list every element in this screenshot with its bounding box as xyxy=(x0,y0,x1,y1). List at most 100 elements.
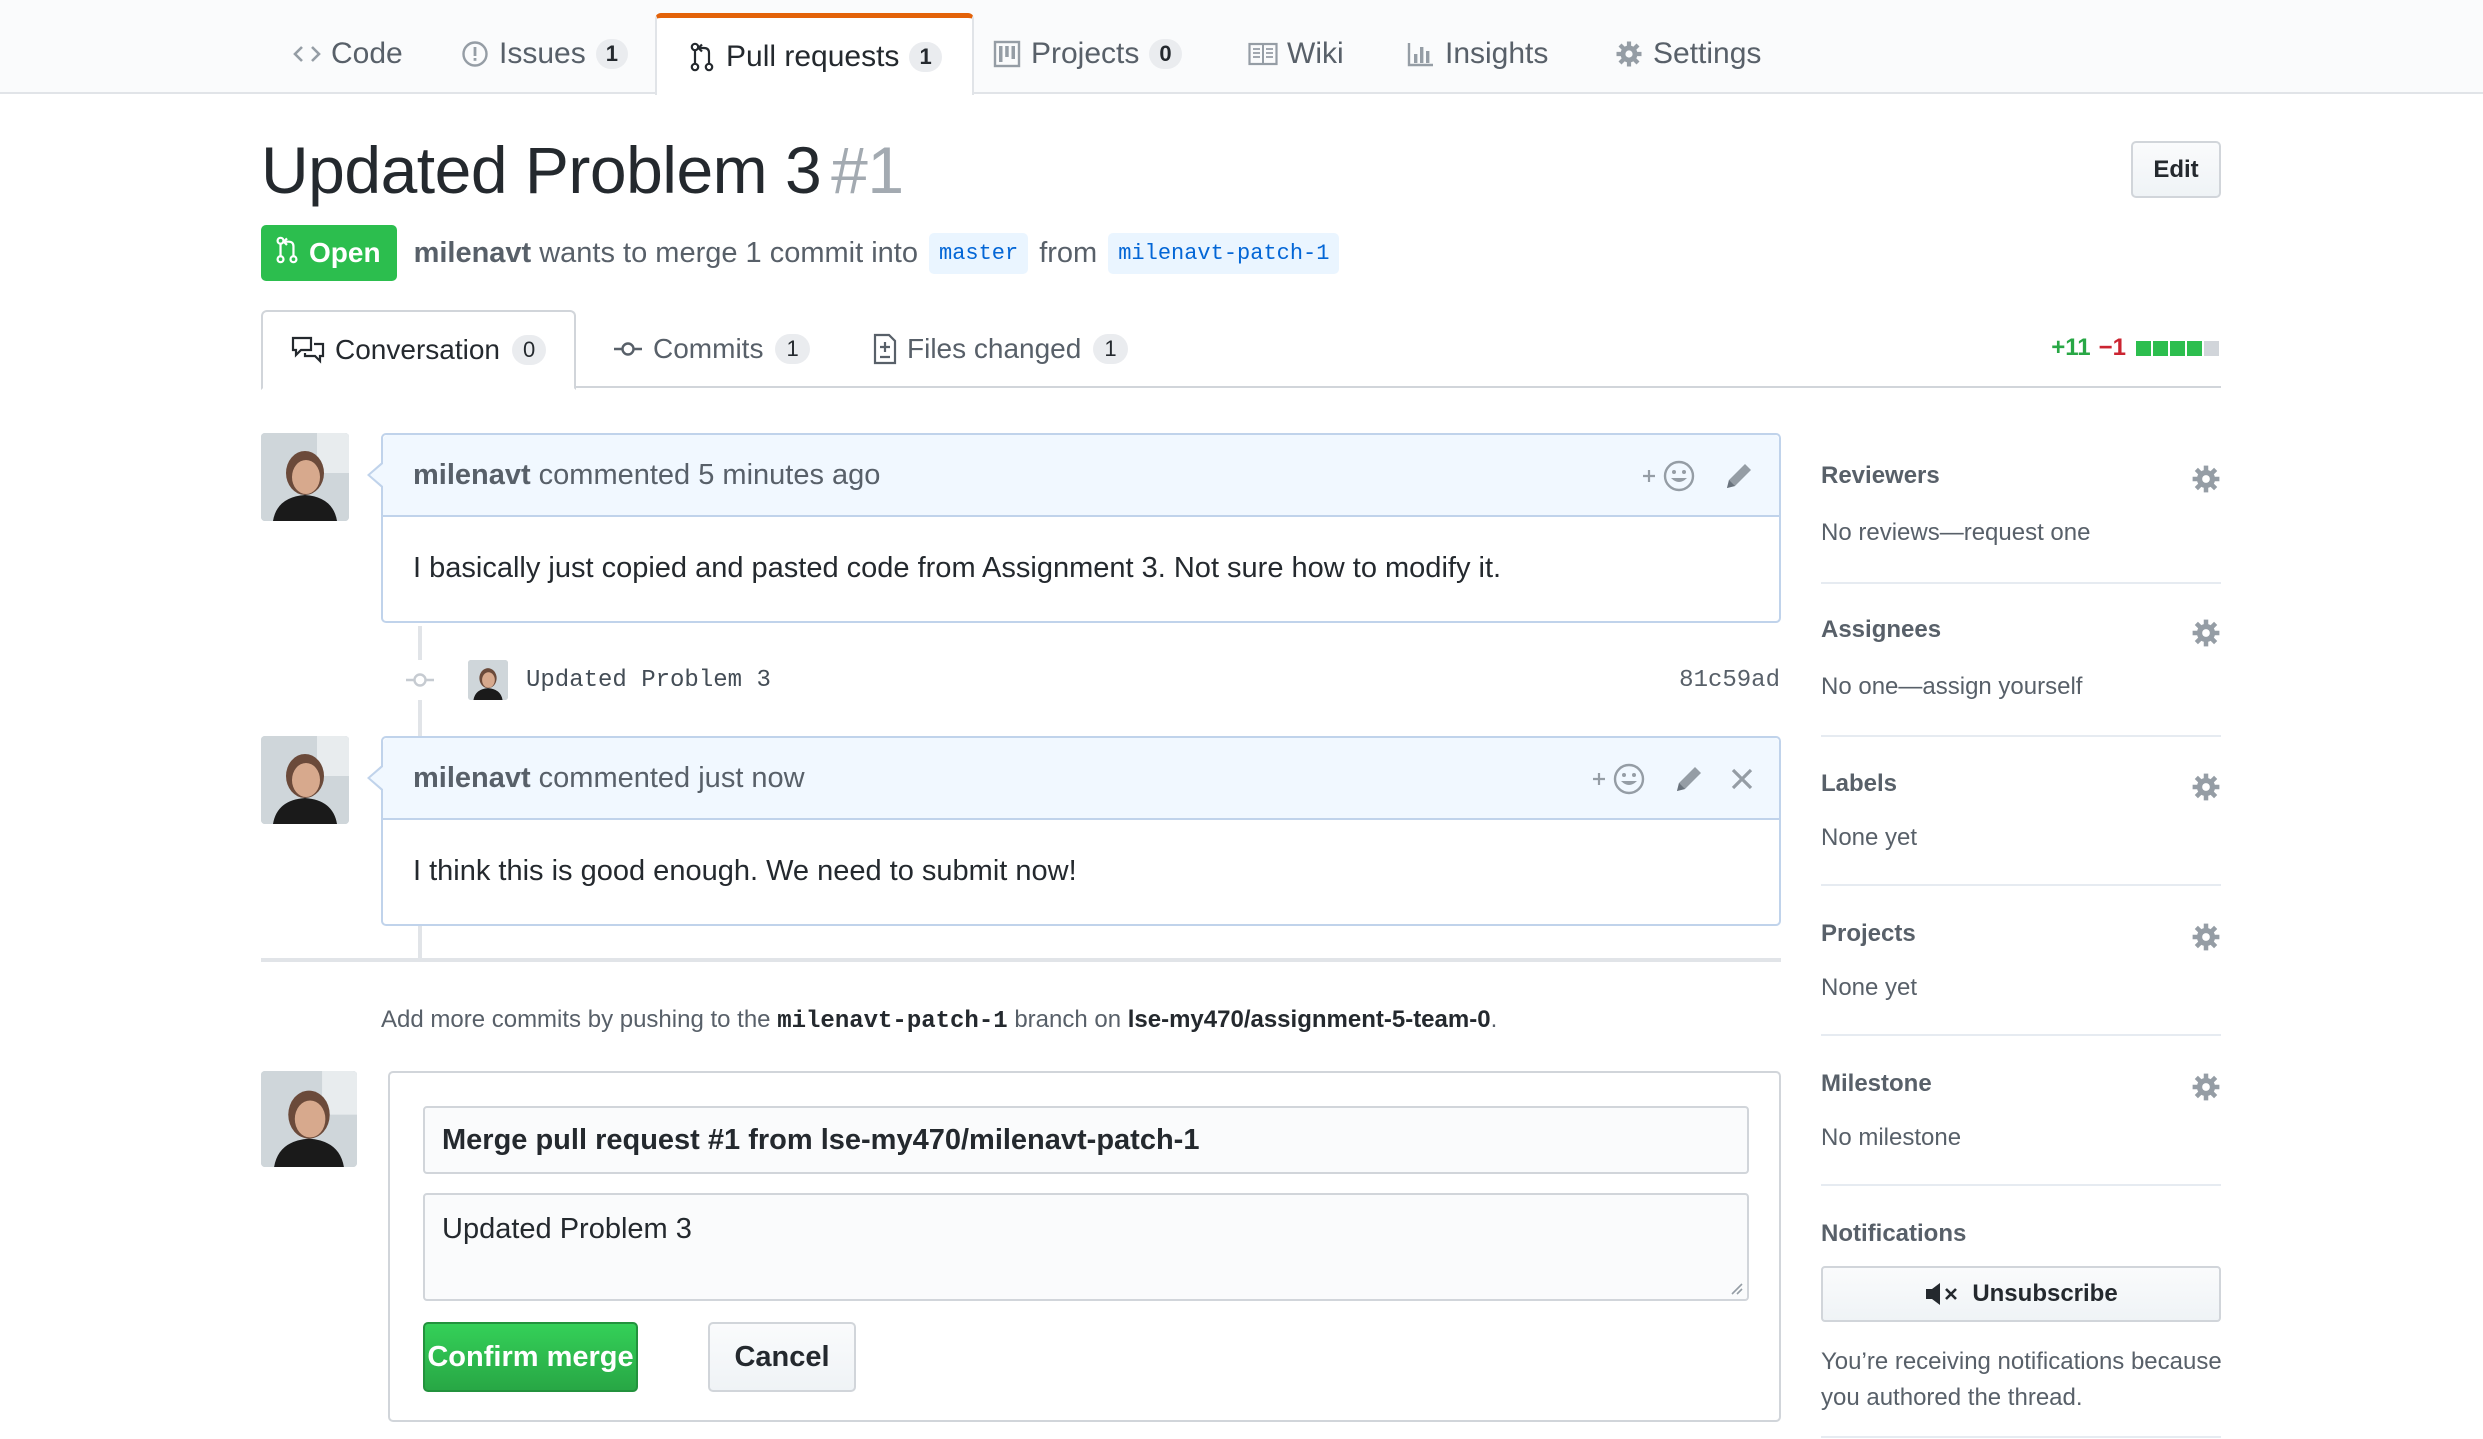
sidebar-heading: Notifications xyxy=(1821,1220,1967,1247)
timeline-line xyxy=(418,626,422,662)
code-icon xyxy=(292,39,322,69)
tab-commits[interactable]: Commits 1 xyxy=(613,310,810,388)
hint-prefix: Add more commits by pushing to the xyxy=(381,1006,771,1033)
comment-actions xyxy=(1617,435,1755,517)
sidebar-value: None yet xyxy=(1821,974,1918,1001)
diffstat[interactable]: +11 −1 xyxy=(2051,334,2221,362)
comment-discussion-icon xyxy=(291,336,325,364)
merge-message-textarea[interactable]: Updated Problem 3 xyxy=(423,1193,1749,1301)
sidebar-value: None yet xyxy=(1821,824,1918,851)
project-icon xyxy=(992,39,1022,69)
cancel-button[interactable]: Cancel xyxy=(708,1322,856,1392)
comment-header: milenavt commented 5 minutes ago xyxy=(383,435,1779,517)
sidebar-heading: Milestone xyxy=(1821,1070,1932,1097)
pr-meta: Open milenavt wants to merge 1 commit in… xyxy=(261,225,1350,281)
base-branch[interactable]: master xyxy=(929,232,1029,274)
pr-author-link[interactable]: milenavt xyxy=(414,237,532,270)
sidebar-value: No milestone xyxy=(1821,1124,1962,1151)
diffstat-additions: +11 xyxy=(2051,334,2091,361)
pencil-icon[interactable] xyxy=(1673,763,1705,795)
head-branch[interactable]: milenavt-patch-1 xyxy=(1108,232,1340,274)
edit-button[interactable]: Edit xyxy=(2131,141,2221,198)
tab-pull-requests-label: Pull requests xyxy=(726,39,900,73)
close-icon[interactable] xyxy=(1729,766,1755,792)
resize-grip-icon[interactable] xyxy=(1727,1279,1743,1295)
comment-actions xyxy=(1567,738,1755,820)
commit-icon xyxy=(400,660,440,700)
tab-projects-label: Projects xyxy=(1031,37,1140,70)
diffstat-block xyxy=(2153,340,2168,356)
unsubscribe-button[interactable]: Unsubscribe xyxy=(1821,1266,2221,1322)
sidebar-value[interactable]: No reviews—request one xyxy=(1821,519,2090,547)
tab-wiki[interactable]: Wiki xyxy=(1248,14,1344,94)
gear-icon[interactable] xyxy=(2191,464,2221,499)
comment-timestamp[interactable]: commented just now xyxy=(539,762,805,795)
mute-icon xyxy=(1924,1281,1960,1307)
pr-tabs: Conversation 0 Commits 1 Files changed 1… xyxy=(261,310,2221,390)
sidebar-heading: Assignees xyxy=(1821,616,1942,643)
commit-item: Updated Problem 3 81c59ad xyxy=(400,658,1780,702)
comment-body: I basically just copied and pasted code … xyxy=(413,551,1502,584)
sidebar-reviewers: Reviewers No reviews—request one xyxy=(1821,462,2221,584)
status-badge: Open xyxy=(261,225,397,281)
sidebar-notifications: Notifications Unsubscribe You’re receivi… xyxy=(1821,1220,2222,1439)
tab-settings-label: Settings xyxy=(1653,37,1762,70)
repo-nav: Code Issues 1 Pull requests 1 Projects 0… xyxy=(0,0,2483,95)
gear-icon[interactable] xyxy=(2191,922,2221,957)
add-reaction-icon[interactable] xyxy=(1591,761,1649,797)
comment-author[interactable]: milenavt xyxy=(413,762,531,795)
hint-suffix: . xyxy=(1490,1006,1498,1033)
diffstat-block xyxy=(2170,340,2185,356)
pencil-icon[interactable] xyxy=(1723,460,1755,492)
conversation-count: 0 xyxy=(511,335,547,365)
tab-pull-requests[interactable]: Pull requests 1 xyxy=(655,13,974,95)
tab-issues[interactable]: Issues 1 xyxy=(460,14,628,94)
avatar[interactable] xyxy=(261,433,349,521)
comment-author[interactable]: milenavt xyxy=(413,459,531,492)
notifications-note: You’re receiving notifications because y… xyxy=(1821,1348,2222,1411)
tab-settings[interactable]: Settings xyxy=(1614,14,1761,94)
tab-projects[interactable]: Projects 0 xyxy=(992,14,1182,94)
sidebar-value[interactable]: No one—assign yourself xyxy=(1821,673,2082,701)
sidebar-heading: Labels xyxy=(1821,770,1898,797)
sidebar-heading: Reviewers xyxy=(1821,462,1940,489)
hint-middle: branch on xyxy=(1014,1006,1122,1033)
merge-title-input[interactable]: Merge pull request #1 from lse-my470/mil… xyxy=(423,1106,1749,1174)
merge-message-text: Updated Problem 3 xyxy=(442,1213,692,1245)
comment: milenavt commented just now I think this… xyxy=(367,736,1781,926)
diffstat-block xyxy=(2136,340,2151,356)
tab-conversation[interactable]: Conversation 0 xyxy=(261,310,577,390)
commit-sha[interactable]: 81c59ad xyxy=(1679,667,1780,694)
issue-icon xyxy=(460,39,490,69)
diffstat-blocks xyxy=(2136,340,2221,356)
commit-message[interactable]: Updated Problem 3 xyxy=(526,667,771,694)
gear-icon[interactable] xyxy=(2191,1072,2221,1107)
comment: milenavt commented 5 minutes ago I basic… xyxy=(367,433,1781,623)
sidebar-milestone: Milestone No milestone xyxy=(1821,1070,2221,1186)
sidebar-divider xyxy=(1821,1436,2221,1438)
timeline-line xyxy=(418,700,422,738)
sidebar-assignees: Assignees No one—assign yourself xyxy=(1821,616,2221,737)
diffstat-block xyxy=(2204,340,2219,356)
hint-repo[interactable]: lse-my470/assignment-5-team-0 xyxy=(1128,1006,1491,1033)
tab-insights[interactable]: Insights xyxy=(1406,14,1548,94)
tab-wiki-label: Wiki xyxy=(1287,37,1344,70)
commit-avatar[interactable] xyxy=(468,660,508,700)
comment-header: milenavt commented just now xyxy=(383,738,1779,820)
add-reaction-icon[interactable] xyxy=(1641,458,1699,494)
tab-code[interactable]: Code xyxy=(292,14,403,94)
tab-files-changed[interactable]: Files changed 1 xyxy=(873,310,1128,388)
avatar[interactable] xyxy=(261,736,349,824)
gear-icon[interactable] xyxy=(2191,618,2221,653)
confirm-merge-button[interactable]: Confirm merge xyxy=(423,1322,638,1392)
from-text: from xyxy=(1039,236,1098,269)
files-changed-count: 1 xyxy=(1093,334,1128,364)
projects-count: 0 xyxy=(1149,39,1182,69)
avatar[interactable] xyxy=(261,1071,357,1167)
gear-icon[interactable] xyxy=(2191,772,2221,807)
comment-timestamp[interactable]: commented 5 minutes ago xyxy=(539,459,881,492)
hint-branch: milenavt-patch-1 xyxy=(777,1008,1008,1035)
merge-text: wants to merge 1 commit into xyxy=(539,236,918,269)
diffstat-deletions: −1 xyxy=(2098,334,2126,361)
comment-body: I think this is good enough. We need to … xyxy=(413,854,1077,887)
